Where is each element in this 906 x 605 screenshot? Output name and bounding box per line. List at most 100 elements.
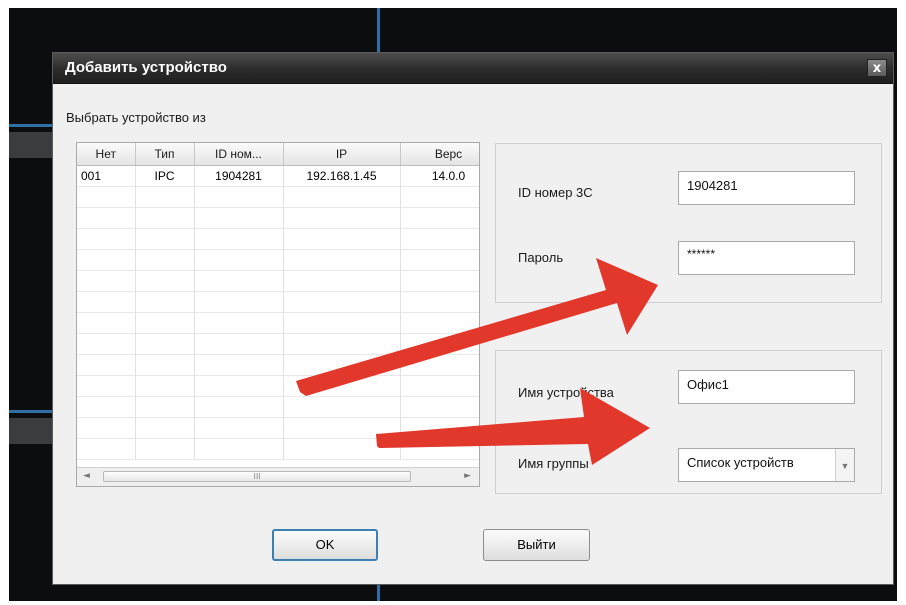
dialog-title: Добавить устройство xyxy=(65,59,227,76)
table-cell xyxy=(194,333,284,355)
table-cell xyxy=(400,312,479,334)
table-cell xyxy=(400,228,479,250)
table-cell xyxy=(77,312,136,334)
table-cell xyxy=(194,354,284,376)
table-cell xyxy=(77,186,136,208)
table-cell xyxy=(135,354,195,376)
table-cell xyxy=(194,228,284,250)
scrollbar-thumb[interactable]: III xyxy=(103,471,411,482)
table-cell: 001 xyxy=(77,165,136,187)
table-cell xyxy=(400,354,479,376)
table-cell xyxy=(283,249,401,271)
table-cell xyxy=(77,375,136,397)
table-row[interactable] xyxy=(77,438,479,460)
column-header[interactable]: Нет xyxy=(77,143,136,166)
ok-button[interactable]: OK xyxy=(272,529,378,561)
table-row[interactable] xyxy=(77,228,479,250)
table-cell xyxy=(77,249,136,271)
login-groupbox: ID номер 3C 1904281 Пароль ****** xyxy=(495,143,882,303)
table-cell: 1904281 xyxy=(194,165,284,187)
table-cell xyxy=(77,270,136,292)
table-cell xyxy=(194,249,284,271)
table-cell xyxy=(400,375,479,397)
table-row[interactable]: 001 IPC 1904281 192.168.1.45 14.0.0 xyxy=(77,165,479,187)
table-cell xyxy=(283,396,401,418)
table-cell xyxy=(400,186,479,208)
table-cell xyxy=(135,417,195,439)
table-cell xyxy=(135,438,195,460)
table-cell xyxy=(135,333,195,355)
table-row[interactable] xyxy=(77,396,479,418)
table-cell xyxy=(77,438,136,460)
group-name-label: Имя группы xyxy=(518,456,589,471)
password-label: Пароль xyxy=(518,250,564,265)
table-row[interactable] xyxy=(77,333,479,355)
table-cell xyxy=(283,438,401,460)
grid-divider xyxy=(377,8,380,54)
table-cell xyxy=(400,291,479,313)
device-name-field[interactable]: Офис1 xyxy=(678,370,855,404)
table-cell xyxy=(400,207,479,229)
table-row[interactable] xyxy=(77,270,479,292)
password-field[interactable]: ****** xyxy=(678,241,855,275)
table-cell xyxy=(77,417,136,439)
column-header[interactable]: IP xyxy=(283,143,401,166)
table-row[interactable] xyxy=(77,375,479,397)
scroll-right-icon[interactable]: ► xyxy=(464,471,471,481)
scroll-left-icon[interactable]: ◄ xyxy=(83,471,90,481)
table-row[interactable] xyxy=(77,417,479,439)
table-cell xyxy=(135,291,195,313)
table-cell xyxy=(194,375,284,397)
table-cell: IPC xyxy=(135,165,195,187)
device-groupbox: Имя устройства Офис1 Имя группы Список у… xyxy=(495,350,882,494)
table-cell xyxy=(400,333,479,355)
select-from-label: Выбрать устройство из xyxy=(66,110,206,125)
table-cell xyxy=(283,375,401,397)
table-cell xyxy=(400,249,479,271)
device-list[interactable]: Нет Тип ID ном... IP Верс 001 IPC 1904281 192.1… xyxy=(76,142,480,487)
table-cell xyxy=(283,270,401,292)
table-row[interactable] xyxy=(77,354,479,376)
table-cell xyxy=(283,186,401,208)
exit-button[interactable]: Выйти xyxy=(483,529,590,561)
table-cell xyxy=(77,228,136,250)
table-cell xyxy=(283,228,401,250)
table-cell xyxy=(77,207,136,229)
dialog-titlebar[interactable]: Добавить устройство x xyxy=(53,53,893,84)
table-cell xyxy=(135,270,195,292)
column-header[interactable]: ID ном... xyxy=(194,143,284,166)
add-device-dialog: Добавить устройство x Выбрать устройство… xyxy=(52,52,894,585)
table-cell xyxy=(135,312,195,334)
column-header[interactable]: Верс xyxy=(400,143,479,166)
side-panel xyxy=(9,132,53,158)
table-cell xyxy=(194,270,284,292)
table-row[interactable] xyxy=(77,312,479,334)
table-cell xyxy=(194,417,284,439)
table-cell xyxy=(135,375,195,397)
table-cell xyxy=(283,291,401,313)
table-cell xyxy=(77,396,136,418)
table-cell xyxy=(283,207,401,229)
table-cell xyxy=(283,333,401,355)
table-cell xyxy=(77,354,136,376)
table-cell xyxy=(77,291,136,313)
horizontal-scrollbar[interactable]: ◄ III ► xyxy=(77,467,479,486)
table-row[interactable] xyxy=(77,186,479,208)
table-row[interactable] xyxy=(77,207,479,229)
column-header[interactable]: Тип xyxy=(135,143,195,166)
table-cell xyxy=(77,333,136,355)
chevron-down-icon[interactable]: ▼ xyxy=(835,449,854,481)
table-cell xyxy=(135,396,195,418)
table-header-row: Нет Тип ID ном... IP Верс xyxy=(77,143,479,166)
table-cell: 192.168.1.45 xyxy=(283,165,401,187)
group-select[interactable]: Список устройств ▼ xyxy=(678,448,855,482)
table-row[interactable] xyxy=(77,249,479,271)
id-field[interactable]: 1904281 xyxy=(678,171,855,205)
grid-divider xyxy=(9,410,53,413)
table-cell xyxy=(194,207,284,229)
table-cell: 14.0.0 xyxy=(400,165,479,187)
table-cell xyxy=(135,207,195,229)
table-cell xyxy=(400,438,479,460)
close-icon[interactable]: x xyxy=(867,59,887,77)
table-row[interactable] xyxy=(77,291,479,313)
